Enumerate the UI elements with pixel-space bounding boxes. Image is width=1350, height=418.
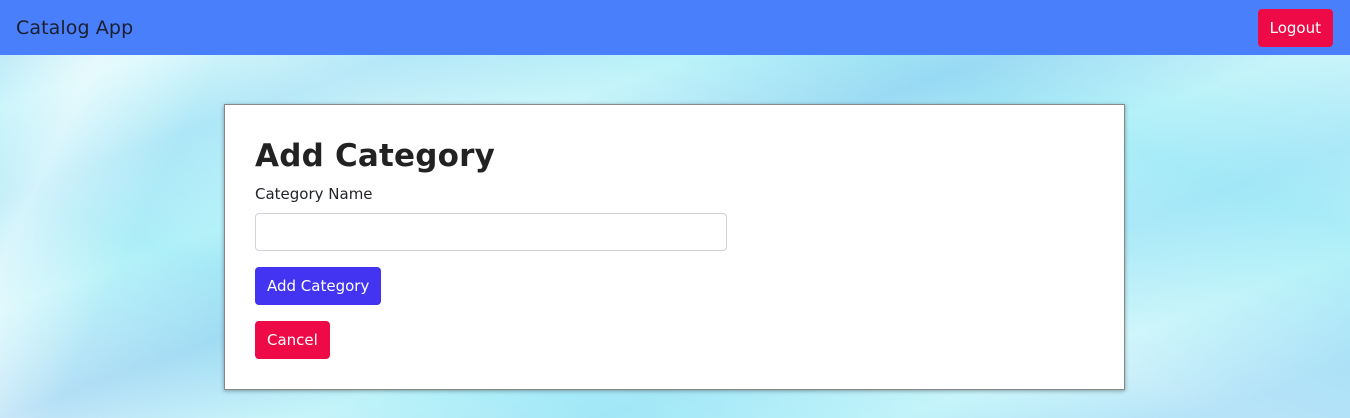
category-name-label: Category Name — [255, 185, 373, 203]
cancel-button[interactable]: Cancel — [255, 321, 330, 359]
top-navbar: Catalog App Logout — [0, 0, 1350, 55]
category-name-input[interactable] — [255, 213, 727, 251]
add-category-card: Add Category Category Name Add Category … — [224, 104, 1125, 390]
brand-link[interactable]: Catalog App — [16, 17, 133, 39]
logout-button[interactable]: Logout — [1257, 8, 1333, 47]
add-category-button[interactable]: Add Category — [255, 267, 382, 305]
page-title: Add Category — [255, 138, 496, 174]
